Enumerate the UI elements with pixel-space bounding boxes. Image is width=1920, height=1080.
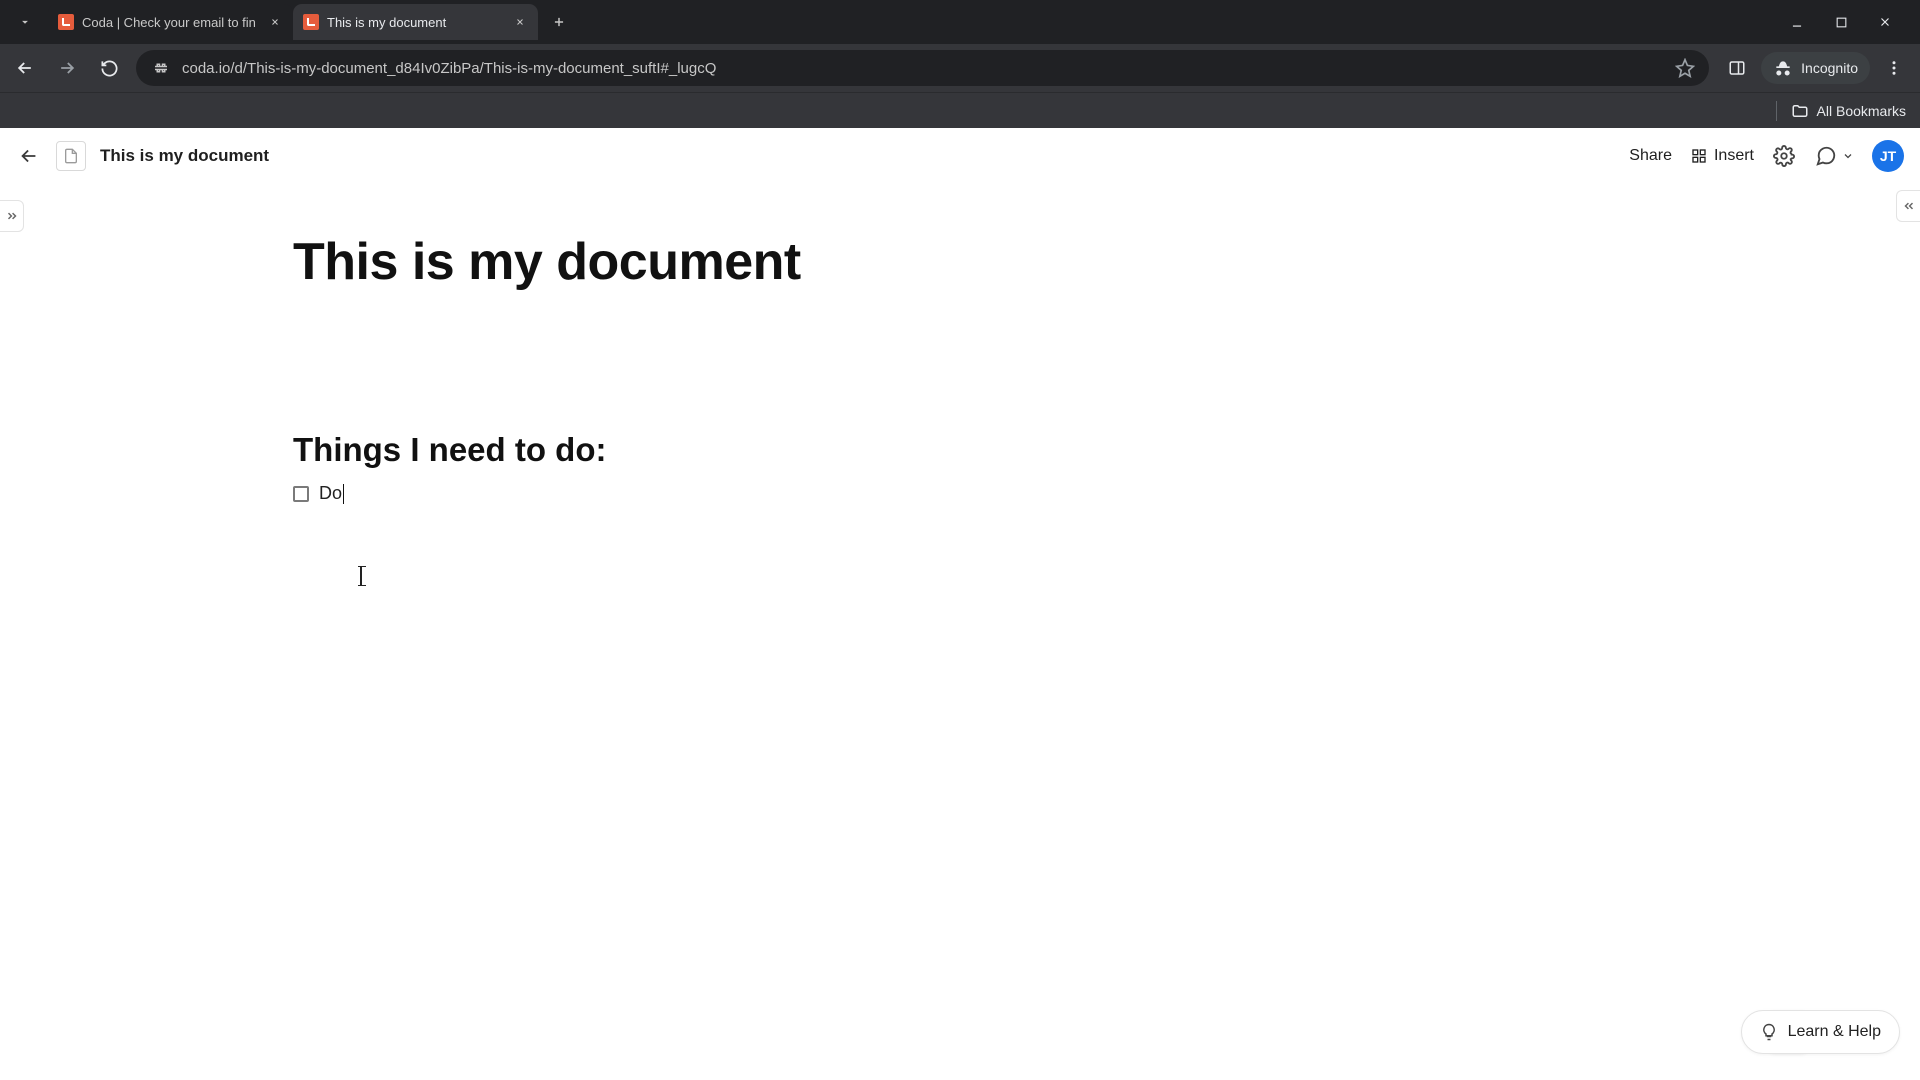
folder-icon xyxy=(1791,102,1809,120)
divider xyxy=(1776,101,1777,121)
browser-toolbar: coda.io/d/This-is-my-document_d84Iv0ZibP… xyxy=(0,44,1920,92)
insert-button[interactable]: Insert xyxy=(1690,147,1754,165)
settings-button[interactable] xyxy=(1772,144,1796,168)
document-icon[interactable] xyxy=(56,141,86,171)
doc-title[interactable]: This is my document xyxy=(100,146,269,166)
user-avatar[interactable]: JT xyxy=(1872,140,1904,172)
comments-button[interactable] xyxy=(1814,144,1854,168)
share-button[interactable]: Share xyxy=(1629,147,1672,165)
insert-grid-icon xyxy=(1690,147,1708,165)
tab-title: This is my document xyxy=(327,15,504,30)
incognito-label: Incognito xyxy=(1801,60,1858,76)
maximize-button[interactable] xyxy=(1832,13,1850,31)
back-button[interactable] xyxy=(10,53,40,83)
browser-chrome: Coda | Check your email to fin This is m… xyxy=(0,0,1920,128)
section-heading[interactable]: Things I need to do: xyxy=(293,431,1223,469)
lightbulb-icon xyxy=(1760,1023,1778,1041)
all-bookmarks-button[interactable]: All Bookmarks xyxy=(1817,103,1906,119)
window-controls xyxy=(1788,13,1912,31)
incognito-chip[interactable]: Incognito xyxy=(1761,52,1870,84)
close-window-button[interactable] xyxy=(1876,13,1894,31)
close-tab-button[interactable] xyxy=(267,14,283,30)
comment-icon xyxy=(1814,144,1838,168)
coda-favicon-icon xyxy=(303,14,319,30)
tab-title: Coda | Check your email to fin xyxy=(82,15,259,30)
insert-label: Insert xyxy=(1714,147,1754,165)
spacer xyxy=(293,291,1223,431)
reload-button[interactable] xyxy=(94,53,124,83)
site-info-icon[interactable] xyxy=(150,57,172,79)
page-title[interactable]: This is my document xyxy=(293,234,1223,291)
toolbar-right: Incognito xyxy=(1721,52,1910,84)
ibeam-cursor-icon xyxy=(360,566,362,586)
incognito-icon xyxy=(1773,58,1793,78)
coda-app: This is my document Share Insert JT xyxy=(0,128,1920,1080)
learn-help-label: Learn & Help xyxy=(1788,1023,1881,1041)
url-text: coda.io/d/This-is-my-document_d84Iv0ZibP… xyxy=(182,60,1665,77)
tab-search-button[interactable] xyxy=(8,7,42,37)
bookmark-star-icon[interactable] xyxy=(1675,58,1695,78)
forward-button[interactable] xyxy=(52,53,82,83)
app-back-button[interactable] xyxy=(16,143,42,169)
checkbox[interactable] xyxy=(293,486,309,502)
browser-menu-button[interactable] xyxy=(1878,52,1910,84)
checklist-text[interactable]: Do xyxy=(319,483,344,504)
checklist-text-value: Do xyxy=(319,483,342,503)
tab-strip: Coda | Check your email to fin This is m… xyxy=(0,0,1920,44)
minimize-button[interactable] xyxy=(1788,13,1806,31)
browser-tab[interactable]: Coda | Check your email to fin xyxy=(48,4,293,40)
new-tab-button[interactable] xyxy=(544,7,574,37)
checklist-item[interactable]: Do xyxy=(293,483,1223,504)
learn-and-help-button[interactable]: Learn & Help xyxy=(1741,1010,1900,1054)
app-header: This is my document Share Insert JT xyxy=(0,128,1920,184)
chevron-down-icon xyxy=(1842,150,1854,162)
bookmarks-bar: All Bookmarks xyxy=(0,92,1920,128)
close-tab-button[interactable] xyxy=(512,14,528,30)
coda-favicon-icon xyxy=(58,14,74,30)
document-content: This is my document Things I need to do:… xyxy=(293,184,1223,504)
side-panel-button[interactable] xyxy=(1721,52,1753,84)
header-right: Share Insert JT xyxy=(1629,140,1904,172)
address-bar[interactable]: coda.io/d/This-is-my-document_d84Iv0ZibP… xyxy=(136,50,1709,86)
document-body[interactable]: This is my document Things I need to do:… xyxy=(0,184,1920,1080)
text-cursor xyxy=(343,484,344,504)
browser-tab[interactable]: This is my document xyxy=(293,4,538,40)
